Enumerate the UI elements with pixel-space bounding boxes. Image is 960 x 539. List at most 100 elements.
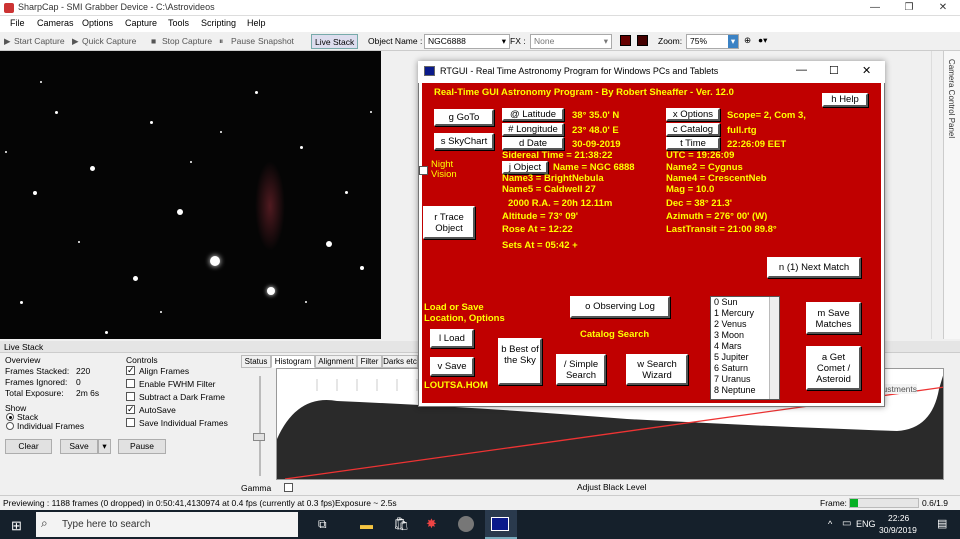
network-icon[interactable]: ▭ [842,518,851,529]
quick-capture-button[interactable]: Quick Capture [82,36,136,46]
next-match-button[interactable]: n (1) Next Match [767,257,861,278]
black-level-checkbox[interactable] [284,483,293,492]
planet-list[interactable]: 0 Sun 1 Mercury 2 Venus 3 Moon 4 Mars 5 … [710,296,780,400]
rtgui-minimize-icon[interactable]: — [796,64,807,76]
overview-label: Overview [5,355,41,365]
vertical-scrollbar[interactable] [931,51,943,339]
frames-ignored-label: Frames Ignored: [5,377,68,387]
menu-file[interactable]: File [10,18,25,28]
object-name3: Name3 = BrightNebula [502,173,604,184]
pause-stack-button[interactable]: Pause [118,439,166,454]
menu-help[interactable]: Help [247,18,266,28]
live-preview-image[interactable] [0,51,381,339]
language-indicator[interactable]: ENG [856,519,876,529]
color-swatch-icon[interactable] [620,35,631,46]
save-dropdown-icon[interactable]: ▾ [98,439,111,454]
latitude-button[interactable]: @ Latitude [502,108,564,121]
comet-asteroid-button[interactable]: a Get Comet / Asteroid [806,346,861,390]
nebula-region [255,161,285,251]
autosave-checkbox[interactable] [126,404,135,415]
time-button[interactable]: t Time [666,137,720,150]
clear-button[interactable]: Clear [5,439,52,454]
gamma-slider-handle[interactable] [253,433,265,441]
rtgui-close-icon[interactable]: ✕ [862,64,871,77]
rtgui-title-bar: RTGUI - Real Time Astronomy Program for … [418,61,885,83]
catalog-button[interactable]: c Catalog [666,123,720,136]
magnifier-icon[interactable]: ●▾ [758,35,767,46]
stop-icon: ■ [151,36,157,46]
notifications-icon[interactable]: ▤ [937,517,947,530]
subtract-dark-checkbox[interactable] [126,392,135,401]
help-button[interactable]: h Help [822,93,868,107]
save-location-button[interactable]: v Save [430,357,474,376]
windows-start-icon[interactable]: ⊞ [11,518,22,534]
menu-tools[interactable]: Tools [168,18,189,28]
live-stack-scrollbar[interactable] [944,353,960,483]
gamma-label: Gamma [241,483,272,493]
frames-stacked-value: 220 [76,366,91,376]
trace-object-button[interactable]: r Trace Object [423,206,475,239]
gamma-slider-track[interactable] [259,376,261,476]
skychart-button[interactable]: s SkyChart [434,133,494,150]
close-icon[interactable]: ✕ [926,0,960,16]
zoom-in-icon[interactable]: ⊕ [744,35,751,46]
frames-ignored-value: 0 [76,377,81,387]
pause-button[interactable]: Pause [231,36,255,46]
tab-darks[interactable]: Darks etc [382,355,418,368]
clock-date[interactable]: 30/9/2019 [879,525,917,535]
simple-search-button[interactable]: / Simple Search [556,354,606,385]
object-mag: Mag = 10.0 [666,184,715,195]
goto-button[interactable]: g GoTo [434,109,494,126]
tab-filter[interactable]: Filter [357,355,382,368]
clock-time[interactable]: 22:26 [888,513,909,523]
rtgui-heading: Real-Time GUI Astronomy Program - By Rob… [434,87,734,98]
fwhm-checkbox[interactable] [126,379,135,388]
app-title: SharpCap - SMI Grabber Device - C:\Astro… [18,2,215,12]
menu-capture[interactable]: Capture [125,18,157,28]
tab-alignment[interactable]: Alignment [315,355,357,368]
object-name-select[interactable]: NGC6888 ▾ [424,34,510,49]
menu-options[interactable]: Options [82,18,113,28]
stop-capture-button[interactable]: Stop Capture [162,36,212,46]
load-button[interactable]: l Load [430,329,474,348]
menu-scripting[interactable]: Scripting [201,18,236,28]
save-matches-button[interactable]: m Save Matches [806,302,861,334]
planet-app-icon[interactable] [458,516,474,532]
planet-list-scrollbar[interactable] [769,297,779,399]
start-capture-button[interactable]: Start Capture [14,36,65,46]
options-button[interactable]: x Options [666,108,720,121]
file-explorer-icon[interactable]: ▬ [360,517,373,532]
store-icon[interactable]: 🛍 [393,516,410,532]
search-wizard-button[interactable]: w Search Wizard [626,354,688,385]
tab-histogram[interactable]: Histogram [271,355,315,368]
longitude-button[interactable]: # Longitude [502,123,564,136]
controls-label: Controls [126,355,158,365]
color-swatch-2-icon[interactable] [637,35,648,46]
save-button[interactable]: Save [60,439,98,454]
show-individual-radio[interactable] [6,422,14,430]
fx-select[interactable]: None ▾ [530,34,612,49]
zoom-select[interactable]: 75% ▾ [686,34,739,49]
minimize-icon[interactable]: — [858,0,892,16]
align-frames-checkbox[interactable] [126,365,135,376]
tray-chevron-icon[interactable]: ^ [828,519,832,529]
sharpcap-logo-icon [4,3,14,13]
camera-control-panel-tab[interactable]: Camera Control Panel [943,51,960,339]
sidereal-time: Sidereal Time = 21:38:22 [502,150,613,161]
live-stack-button[interactable]: Live Stack [311,34,359,49]
date-button[interactable]: d Date [502,137,564,150]
show-stack-radio[interactable] [6,413,14,421]
app-red-icon[interactable]: ✸ [426,516,437,532]
save-individual-checkbox[interactable] [126,418,135,427]
quick-capture-icon: ▶ [72,36,79,46]
rtgui-maximize-icon[interactable]: ☐ [829,64,839,77]
taskbar-search-box[interactable]: ⌕ Type here to search [36,512,298,537]
frame-progress-fill [850,499,858,507]
menu-cameras[interactable]: Cameras [37,18,74,28]
restore-icon[interactable]: ❐ [892,0,926,16]
observing-log-button[interactable]: o Observing Log [570,296,670,318]
tab-status[interactable]: Status [241,355,271,368]
best-of-sky-button[interactable]: b Best of the Sky [498,338,542,385]
night-vision-checkbox[interactable] [419,166,428,175]
snapshot-button[interactable]: Snapshot [258,36,294,46]
